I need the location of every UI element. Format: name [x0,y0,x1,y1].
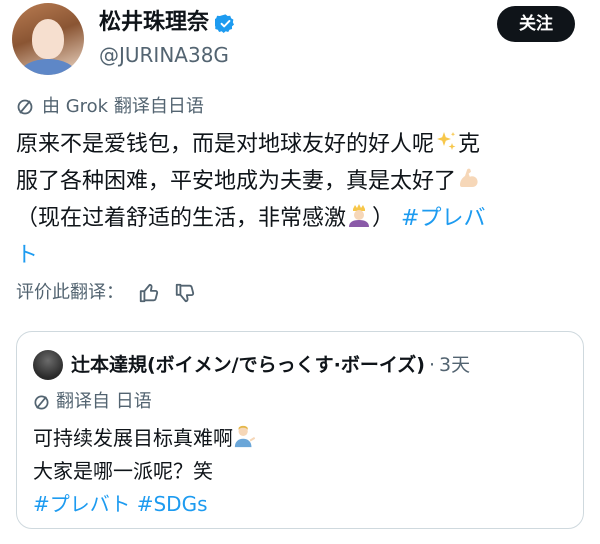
quoted-tweet-time: 3天 [439,354,471,376]
time-separator: · [428,354,436,376]
hashtag-link[interactable]: #プレバ [401,206,485,231]
verified-badge-icon [215,13,235,33]
tweet-line3-end: ） [372,206,395,231]
thumbs-up-icon[interactable] [138,282,160,304]
hashtag-link-continued[interactable]: ト [16,243,38,268]
rate-translation-row: 评价此翻译： [16,281,196,305]
quoted-translation-info[interactable]: 翻译自 日语 [33,390,152,414]
quoted-tweet-header: 辻本達規(ボイメン/でらっくす·ボーイズ) · 3天 [33,350,470,380]
tweet-line1-end: 克 [458,132,481,157]
translation-label: 由 Grok 翻译自日语 [42,96,204,117]
quoted-translation-label: 翻译自 日语 [56,391,152,412]
sparkles-emoji [437,132,456,150]
author-avatar[interactable] [12,3,84,75]
quoted-line2: 大家是哪一派呢？笑 [33,459,213,483]
translate-icon [34,395,49,409]
rate-translation-label: 评价此翻译： [16,282,124,303]
quoted-author-name: 辻本達規(ボイメン/でらっくす·ボーイズ) [71,354,425,376]
flexed-biceps-emoji [460,168,478,187]
translate-icon [17,99,33,115]
person-with-crown-emoji [349,204,370,227]
tweet-line2: 服了各种困难，平安地成为夫妻，真是太好了 [16,169,457,194]
quoted-tweet-text: 可持续发展目标真难啊 大家是哪一派呢？笑 #プレバト #SDGs [33,422,569,521]
translation-info[interactable]: 由 Grok 翻译自日语 [16,95,204,119]
thumbs-down-icon[interactable] [174,282,196,304]
tweet-line3: （现在过着舒适的生活，非常感激 [16,206,347,231]
quoted-author-avatar [33,350,63,380]
quoted-tweet-card[interactable]: 辻本達規(ボイメン/でらっくす·ボーイズ) · 3天 翻译自 日语 可持续发展目… [16,331,584,529]
author-handle[interactable]: @JURINA38G [99,42,229,68]
avatar-face [32,19,64,59]
tweet-text: 原来不是爱钱包，而是对地球友好的好人呢 克 服了各种困难，平安地成为夫妻，真是太… [16,126,588,274]
tweet-line1: 原来不是爱钱包，而是对地球友好的好人呢 [16,132,435,157]
author-display-name[interactable]: 松井珠理奈 [99,8,209,38]
quoted-line1: 可持续发展目标真难啊 [33,426,233,450]
author-name-row: 松井珠理奈 [99,8,236,38]
follow-button[interactable]: 关注 [497,6,575,42]
person-tipping-hand-emoji [234,425,256,448]
quoted-hashtags[interactable]: #プレバト #SDGs [33,492,208,516]
avatar-shirt [20,59,76,75]
